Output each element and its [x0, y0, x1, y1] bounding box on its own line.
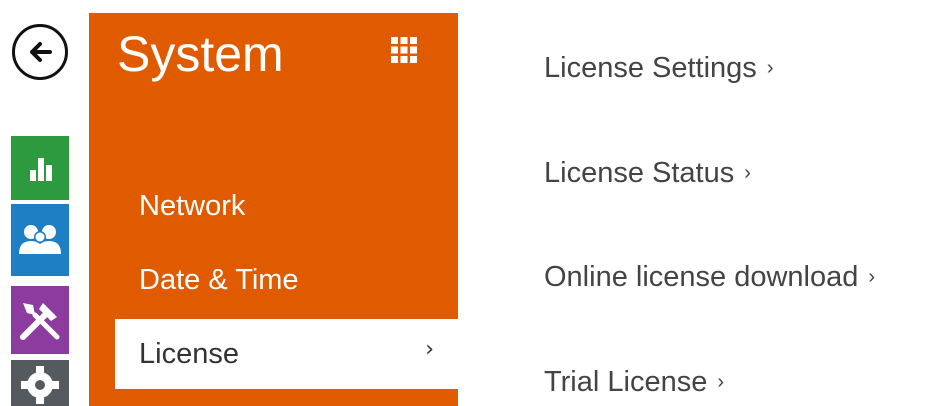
icon-strip: [0, 0, 88, 406]
link-label: License Status: [544, 157, 735, 189]
gear-icon: [21, 366, 59, 404]
status-tile[interactable]: [11, 136, 69, 200]
panel-title: System: [117, 26, 284, 82]
nav-item-network[interactable]: Network: [139, 190, 245, 223]
grid-icon[interactable]: [391, 37, 417, 63]
hardware-tile[interactable]: [11, 286, 69, 354]
link-trial-license[interactable]: Trial License ›: [544, 366, 724, 399]
nav-item-date-time[interactable]: Date & Time: [139, 264, 299, 297]
chevron-right-icon: ›: [868, 266, 876, 288]
link-license-status[interactable]: License Status ›: [544, 157, 751, 190]
directory-tile[interactable]: [11, 204, 69, 276]
link-label: License Settings: [544, 52, 757, 84]
nav-item-license[interactable]: License ›: [115, 319, 458, 389]
back-arrow-icon: [30, 42, 52, 62]
link-online-license-download[interactable]: Online license download ›: [544, 261, 875, 294]
system-tile[interactable]: [11, 360, 69, 406]
nav-item-license-label: License: [139, 337, 239, 370]
chevron-right-icon: ›: [717, 371, 724, 393]
back-button[interactable]: [12, 24, 68, 80]
chevron-right-icon: ›: [744, 162, 751, 184]
link-label: Online license download: [544, 261, 859, 293]
bar-chart-icon: [30, 158, 52, 181]
system-menu-panel: System Network Date & Time License ›: [89, 13, 458, 406]
chevron-right-icon: ›: [425, 337, 434, 362]
users-icon: [19, 225, 61, 254]
tools-icon: [20, 303, 60, 340]
link-label: Trial License: [544, 366, 708, 398]
chevron-right-icon: ›: [766, 57, 774, 79]
link-license-settings[interactable]: License Settings ›: [544, 52, 773, 85]
